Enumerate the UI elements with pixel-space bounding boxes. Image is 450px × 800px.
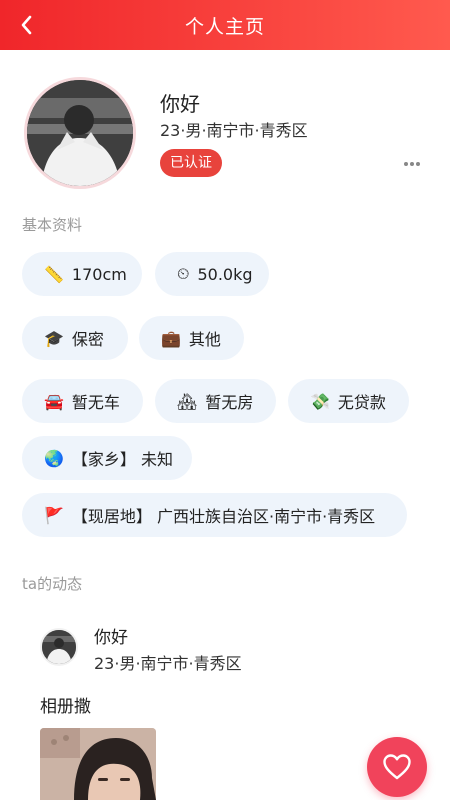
chip-label: 【现居地】 广西壮族自治区·南宁市·青秀区 (71, 507, 376, 526)
car-icon: 🚘 (44, 391, 64, 411)
verified-badge: 已认证 (160, 149, 222, 177)
avatar-photo (42, 630, 76, 664)
profile-avatar[interactable] (24, 77, 136, 189)
chip-label: 无贷款 (337, 393, 386, 412)
photo-thumbnail (40, 728, 156, 800)
profile-header: 你好 23·男·南宁市·青秀区 已认证 (0, 50, 450, 200)
briefcase-icon: 💼 (161, 328, 181, 348)
scale-icon: ⏲ (177, 264, 190, 283)
chip-label: 保密 (71, 330, 104, 349)
graduation-cap-icon: 🎓 (44, 328, 64, 348)
chip-weight: ⏲ 50.0kg (155, 252, 269, 296)
chevron-left-icon (21, 15, 32, 35)
heart-icon (383, 754, 411, 780)
more-button[interactable] (398, 154, 426, 174)
globe-icon: 🌏 (44, 448, 64, 468)
ellipsis-icon (404, 162, 420, 166)
post-text: 相册撒 (40, 697, 91, 717)
chip-label: 暂无房 (205, 393, 254, 412)
chip-label: 【家乡】 未知 (71, 450, 174, 469)
post-author-meta: 23·男·南宁市·青秀区 (94, 654, 242, 673)
chip-label: 暂无车 (71, 393, 120, 412)
chip-residence: 🚩 【现居地】 广西壮族自治区·南宁市·青秀区 (22, 493, 407, 537)
chip-loan: 💸 无贷款 (288, 379, 409, 423)
profile-name: 你好 (160, 92, 200, 116)
like-button[interactable] (367, 737, 427, 797)
chip-occupation: 💼 其他 (139, 316, 244, 360)
chip-house: 🏘 暂无房 (155, 379, 276, 423)
chip-education: 🎓 保密 (22, 316, 128, 360)
back-button[interactable] (8, 7, 44, 43)
ruler-icon: 📏 (44, 264, 64, 284)
avatar-photo (27, 80, 133, 186)
chip-car: 🚘 暂无车 (22, 379, 143, 423)
moments-title: ta的动态 (22, 575, 83, 593)
house-icon: 🏘 (177, 391, 198, 411)
post-avatar[interactable] (40, 628, 78, 666)
chip-height: 📏 170cm (22, 252, 142, 296)
chip-label: 170cm (71, 264, 127, 284)
flag-icon: 🚩 (44, 505, 64, 525)
chip-label: 其他 (188, 330, 221, 349)
basic-info-title: 基本资料 (22, 216, 83, 234)
money-icon: 💸 (310, 391, 330, 411)
post-author-name: 你好 (94, 628, 128, 648)
chip-hometown: 🌏 【家乡】 未知 (22, 436, 192, 480)
post-photo[interactable] (40, 728, 156, 800)
chip-label: 50.0kg (197, 264, 253, 284)
profile-meta: 23·男·南宁市·青秀区 (160, 121, 308, 140)
top-bar: 个人主页 (0, 0, 450, 50)
page-title: 个人主页 (184, 15, 265, 38)
